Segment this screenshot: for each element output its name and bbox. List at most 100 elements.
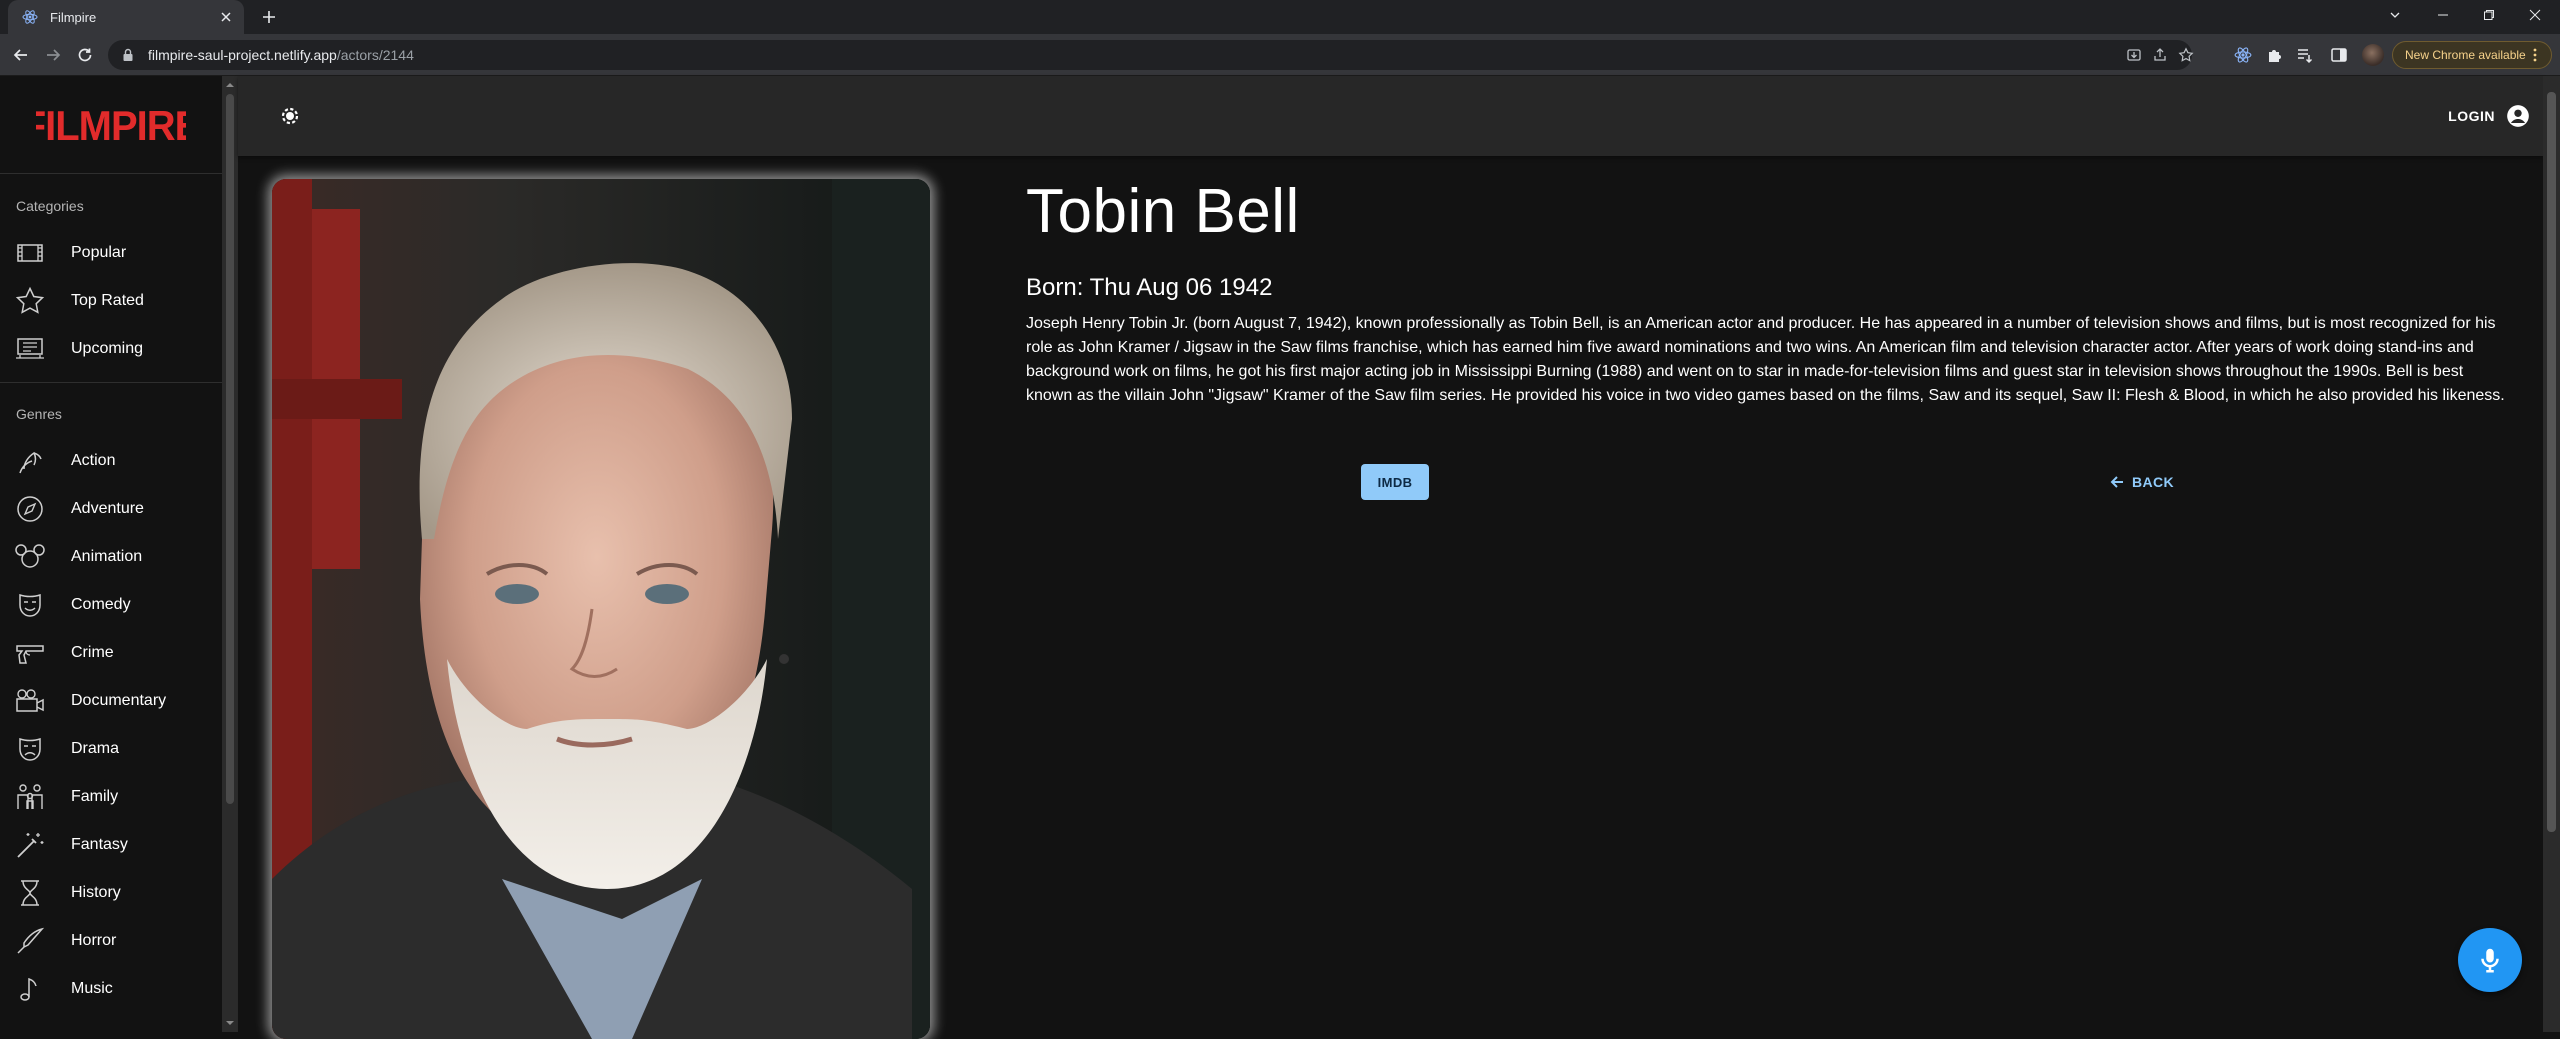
browser-tab[interactable]: Filmpire — [8, 0, 244, 34]
reload-icon[interactable] — [74, 44, 96, 66]
tab-search-icon[interactable] — [2372, 0, 2418, 30]
restore-icon[interactable] — [2466, 0, 2512, 30]
logo-text: FILMPIRE — [36, 102, 186, 149]
actor-biography: Joseph Henry Tobin Jr. (born August 7, 1… — [1026, 315, 2505, 404]
close-tab-icon[interactable] — [218, 9, 234, 25]
genre-label: Music — [71, 980, 113, 997]
genre-drama[interactable]: Drama — [0, 725, 222, 773]
imdb-label: IMDB — [1377, 474, 1413, 490]
arrow-back-icon — [2108, 473, 2126, 491]
category-top-rated[interactable]: Top Rated — [0, 277, 222, 325]
install-app-icon[interactable] — [2126, 47, 2142, 63]
window-close-icon[interactable] — [2512, 0, 2558, 30]
react-favicon-icon — [22, 9, 38, 25]
filmpire-app: FILMPIRE Categories Popular Top Rated Up… — [0, 76, 2560, 1039]
genre-documentary[interactable]: Documentary — [0, 677, 222, 725]
lock-icon — [122, 48, 134, 62]
genre-label: Animation — [71, 548, 143, 565]
genre-music[interactable]: Music — [0, 965, 222, 1013]
back-nav-icon[interactable] — [10, 44, 32, 66]
genre-fantasy[interactable]: Fantasy — [0, 821, 222, 869]
star-icon — [14, 285, 46, 317]
drama-mask-icon — [14, 733, 46, 765]
divider — [0, 382, 222, 383]
category-label: Upcoming — [71, 340, 144, 357]
app-top-bar: LOGIN — [238, 76, 2543, 156]
page-scrollbar-thumb[interactable] — [2547, 92, 2556, 832]
category-label: Popular — [71, 244, 127, 261]
genre-label: Adventure — [71, 500, 144, 517]
forward-nav-icon[interactable] — [42, 44, 64, 66]
genre-label: Comedy — [71, 596, 131, 613]
url-host: filmpire-saul-project.netlify.app — [148, 47, 337, 63]
genre-label: History — [71, 884, 121, 901]
comedy-mask-icon — [14, 589, 46, 621]
share-icon[interactable] — [2152, 47, 2168, 63]
profile-avatar[interactable] — [2362, 44, 2384, 66]
genre-animation[interactable]: Animation — [0, 533, 222, 581]
microphone-icon — [2475, 945, 2505, 975]
genre-adventure[interactable]: Adventure — [0, 485, 222, 533]
genre-history[interactable]: History — [0, 869, 222, 917]
genre-comedy[interactable]: Comedy — [0, 581, 222, 629]
genre-family[interactable]: Family — [0, 773, 222, 821]
compass-icon — [14, 493, 46, 525]
action-icon — [14, 445, 46, 477]
theme-toggle-icon[interactable] — [274, 100, 306, 132]
genre-crime[interactable]: Crime — [0, 629, 222, 677]
sidebar-scrollbar-thumb[interactable] — [226, 94, 234, 804]
minimize-icon[interactable] — [2420, 0, 2466, 30]
extensions-puzzle-icon[interactable] — [2266, 46, 2284, 64]
genre-label: Crime — [71, 644, 114, 661]
back-label: BACK — [2132, 474, 2175, 490]
genre-label: Family — [71, 788, 119, 805]
hourglass-icon — [14, 877, 46, 909]
new-tab-icon[interactable] — [258, 6, 280, 28]
categories-title: Categories — [16, 198, 84, 214]
tab-title: Filmpire — [50, 9, 97, 25]
genre-horror[interactable]: Horror — [0, 917, 222, 965]
upcoming-icon — [14, 333, 46, 365]
actor-profile-photo — [272, 179, 930, 1039]
login-label: LOGIN — [2448, 108, 2495, 124]
url-path: /actors/2144 — [336, 47, 414, 63]
knife-icon — [14, 925, 46, 957]
voice-assistant-mic-button[interactable] — [2458, 928, 2522, 992]
back-button[interactable]: BACK — [2100, 464, 2182, 500]
genre-action[interactable]: Action — [0, 437, 222, 485]
imdb-button[interactable]: IMDB — [1361, 464, 1429, 500]
reading-list-icon[interactable] — [2296, 46, 2314, 64]
category-popular[interactable]: Popular — [0, 229, 222, 277]
sidebar: FILMPIRE Categories Popular Top Rated Up… — [0, 76, 238, 1032]
gun-icon — [14, 637, 46, 669]
new-chrome-available-button[interactable]: New Chrome available — [2392, 41, 2552, 69]
browser-tab-strip: Filmpire — [0, 0, 2560, 34]
scroll-up-arrow-icon[interactable] — [225, 80, 235, 90]
genre-label: Documentary — [71, 692, 167, 709]
genres-title: Genres — [16, 406, 62, 422]
category-upcoming[interactable]: Upcoming — [0, 325, 222, 373]
camera-icon — [14, 685, 46, 717]
update-label: New Chrome available — [2405, 48, 2526, 62]
animation-icon — [14, 541, 46, 573]
more-menu-icon[interactable] — [2527, 47, 2543, 63]
category-label: Top Rated — [71, 292, 144, 309]
react-devtools-icon[interactable] — [2234, 46, 2252, 64]
genre-label: Drama — [71, 740, 120, 757]
side-panel-icon[interactable] — [2330, 46, 2348, 64]
family-icon — [14, 781, 46, 813]
address-bar[interactable]: filmpire-saul-project.netlify.app/actors… — [108, 40, 2194, 70]
filmpire-logo[interactable]: FILMPIRE — [36, 100, 186, 150]
account-circle-icon — [2505, 103, 2531, 129]
divider — [0, 173, 222, 174]
login-button[interactable]: LOGIN — [2448, 100, 2531, 132]
music-note-icon — [14, 973, 46, 1005]
scroll-down-arrow-icon[interactable] — [225, 1018, 235, 1028]
genre-label: Horror — [71, 932, 117, 949]
actor-name: Tobin Bell — [1026, 177, 1300, 246]
genre-label: Fantasy — [71, 836, 128, 853]
popular-icon — [14, 237, 46, 269]
actor-birthdate: Born: Thu Aug 06 1942 — [1026, 274, 1273, 301]
bookmark-star-icon[interactable] — [2178, 47, 2194, 63]
magic-wand-icon — [14, 829, 46, 861]
